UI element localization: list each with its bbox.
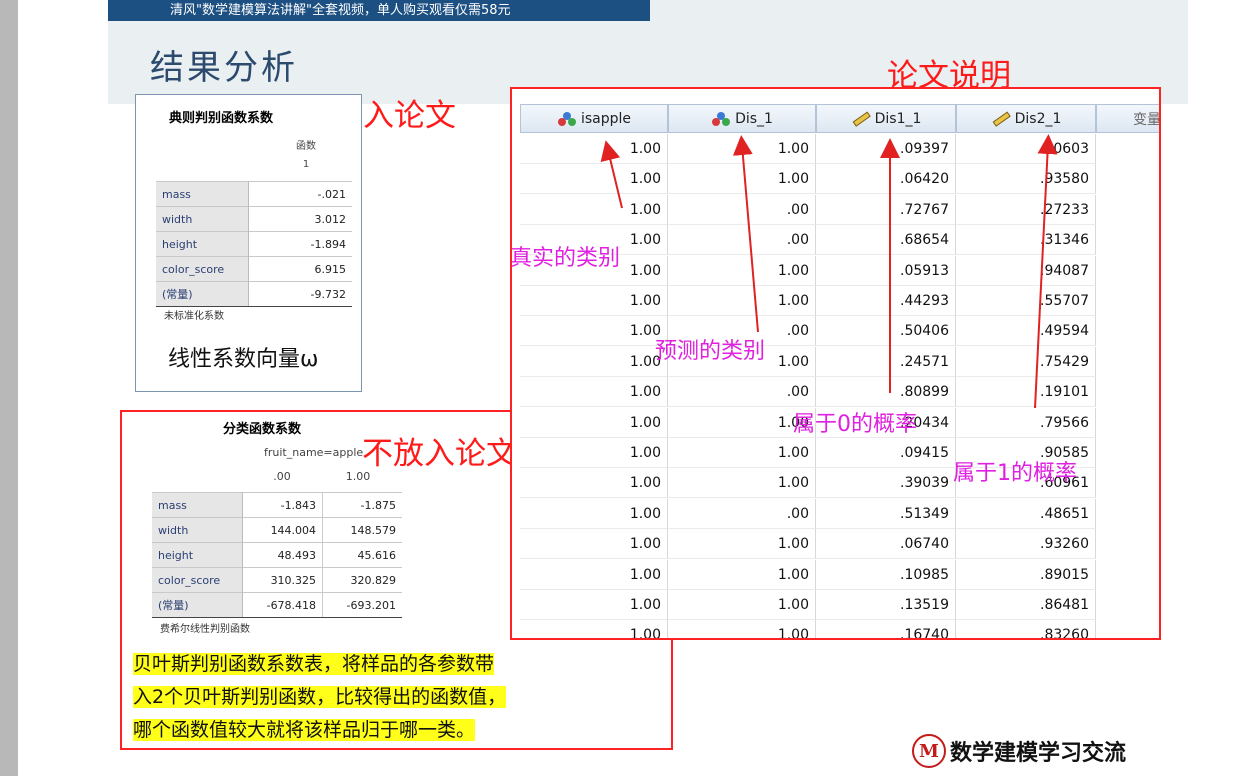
brand-mark-icon: M [912,734,946,768]
brand-name: 数学建模学习交流 [950,741,1127,766]
arrow-prob-1 [1034,134,1058,409]
prob-1-label: 属于1的概率 [953,461,1077,486]
prob-0-label: 属于0的概率 [793,412,917,437]
true-class-label: 真实的类别 [510,246,621,271]
arrow-true-class [600,140,623,209]
arrow-predicted-class [732,135,759,333]
predicted-class-label: 预测的类别 [655,339,766,364]
annotation-arrows [600,134,1058,409]
brand-logo: M 数学建模学习交流 [912,734,1126,768]
